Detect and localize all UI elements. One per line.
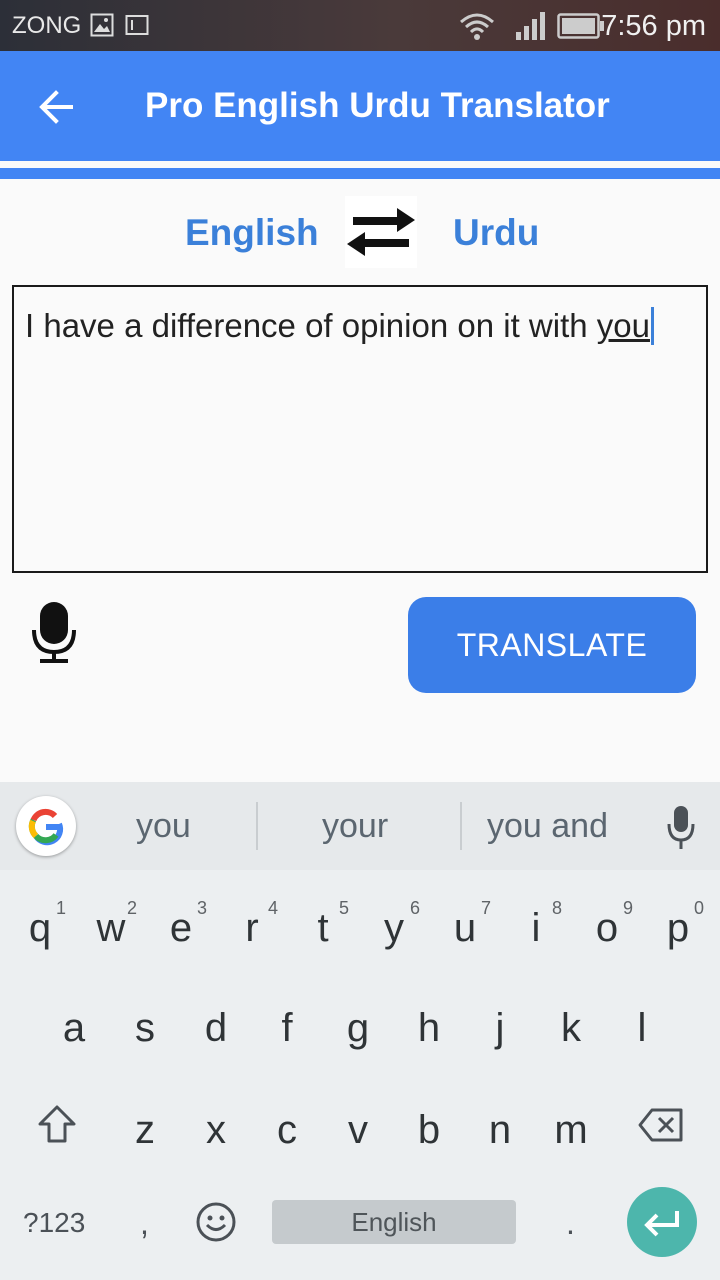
key-a[interactable]: a — [44, 982, 104, 1072]
key-h[interactable]: h — [399, 982, 459, 1072]
key-label: z — [135, 1108, 155, 1152]
key-label: f — [281, 1006, 293, 1050]
space-bar[interactable]: English — [272, 1200, 516, 1244]
key-q[interactable]: q1 — [10, 882, 70, 972]
key-v[interactable]: v — [328, 1084, 388, 1174]
key-i[interactable]: i8 — [506, 882, 566, 972]
target-language[interactable]: Urdu — [453, 212, 539, 254]
gallery-notification-icon — [90, 13, 114, 37]
key-label: l — [637, 1006, 647, 1050]
key-s[interactable]: s — [115, 982, 175, 1072]
key-hint: 7 — [480, 898, 491, 918]
key-u[interactable]: u7 — [435, 882, 495, 972]
key-label: s — [135, 1006, 155, 1050]
key-y[interactable]: y6 — [364, 882, 424, 972]
clock: 7:56 pm — [601, 10, 706, 42]
app-bar-accent-line — [0, 168, 720, 179]
suggestion-2[interactable]: your — [322, 807, 388, 846]
key-x[interactable]: x — [186, 1084, 246, 1174]
key-hint: 5 — [338, 898, 349, 918]
key-m[interactable]: m — [541, 1084, 601, 1174]
key-label: m — [554, 1108, 588, 1152]
suggestion-3[interactable]: you and — [487, 807, 608, 846]
key-n[interactable]: n — [470, 1084, 530, 1174]
key-label: b — [417, 1108, 441, 1152]
key-label: g — [346, 1006, 370, 1050]
google-g-icon — [28, 808, 64, 846]
backspace-key-icon[interactable] — [638, 1108, 684, 1142]
key-l[interactable]: l — [612, 982, 672, 1072]
key-label: x — [206, 1108, 226, 1152]
typed-text: I have a difference of opinion on it wit… — [25, 307, 597, 344]
key-o[interactable]: o9 — [577, 882, 637, 972]
key-k[interactable]: k — [541, 982, 601, 1072]
key-label: a — [62, 1006, 86, 1050]
swap-arrows-icon — [347, 208, 415, 256]
keyboard-mic-icon[interactable] — [666, 806, 696, 850]
symbols-key[interactable]: ?123 — [23, 1207, 85, 1239]
enter-key[interactable] — [627, 1187, 697, 1257]
key-w[interactable]: w2 — [81, 882, 141, 972]
key-t[interactable]: t5 — [293, 882, 353, 972]
key-hint: 0 — [693, 898, 704, 918]
key-hint: 9 — [622, 898, 633, 918]
key-label: d — [204, 1006, 228, 1050]
suggestion-divider — [460, 802, 462, 850]
suggestion-1[interactable]: you — [136, 807, 191, 846]
text-cursor — [650, 307, 654, 345]
key-hint: 2 — [126, 898, 137, 918]
key-label: j — [495, 1006, 505, 1050]
source-text[interactable]: I have a difference of opinion on it wit… — [25, 304, 685, 347]
key-label: k — [561, 1006, 581, 1050]
key-hint: 6 — [409, 898, 420, 918]
key-z[interactable]: z — [115, 1084, 175, 1174]
battery-icon — [557, 13, 604, 39]
comma-key[interactable]: , — [140, 1205, 149, 1242]
suggestion-divider — [256, 802, 258, 850]
enter-arrow-icon — [644, 1211, 679, 1237]
period-key[interactable]: . — [566, 1205, 575, 1242]
voice-input-button[interactable] — [31, 602, 77, 664]
key-g[interactable]: g — [328, 982, 388, 1072]
key-p[interactable]: p0 — [648, 882, 708, 972]
composing-word: you — [596, 307, 650, 344]
key-c[interactable]: c — [257, 1084, 317, 1174]
key-label: v — [348, 1108, 368, 1152]
key-hint: 8 — [551, 898, 562, 918]
app-bar-divider — [0, 161, 720, 168]
key-b[interactable]: b — [399, 1084, 459, 1174]
google-button[interactable] — [16, 796, 76, 856]
key-hint: 4 — [267, 898, 278, 918]
key-label: h — [417, 1006, 441, 1050]
key-r[interactable]: r4 — [222, 882, 282, 972]
source-text-input[interactable]: I have a difference of opinion on it wit… — [12, 285, 708, 573]
swap-languages-button[interactable] — [345, 196, 417, 268]
key-label: n — [488, 1108, 512, 1152]
key-hint: 3 — [196, 898, 207, 918]
key-d[interactable]: d — [186, 982, 246, 1072]
translate-button[interactable]: TRANSLATE — [408, 597, 696, 693]
suggestion-strip: you your you and — [0, 782, 720, 870]
signal-icon — [516, 12, 545, 40]
key-e[interactable]: e3 — [151, 882, 211, 972]
notification-icon — [125, 15, 149, 35]
source-language[interactable]: English — [185, 212, 319, 254]
shift-key-icon[interactable] — [36, 1104, 78, 1144]
microphone-icon — [32, 602, 76, 663]
key-f[interactable]: f — [257, 982, 317, 1072]
carrier-name: ZONG — [12, 12, 82, 39]
key-label: c — [277, 1108, 297, 1152]
key-hint: 1 — [55, 898, 66, 918]
app-bar: Pro English Urdu Translator — [0, 51, 720, 161]
key-j[interactable]: j — [470, 982, 530, 1072]
emoji-key-icon[interactable] — [195, 1201, 237, 1243]
app-title: Pro English Urdu Translator — [145, 86, 610, 125]
back-arrow-icon[interactable] — [38, 89, 74, 125]
status-bar: ZONG 7:56 pm — [0, 0, 720, 51]
wifi-icon — [460, 13, 494, 40]
